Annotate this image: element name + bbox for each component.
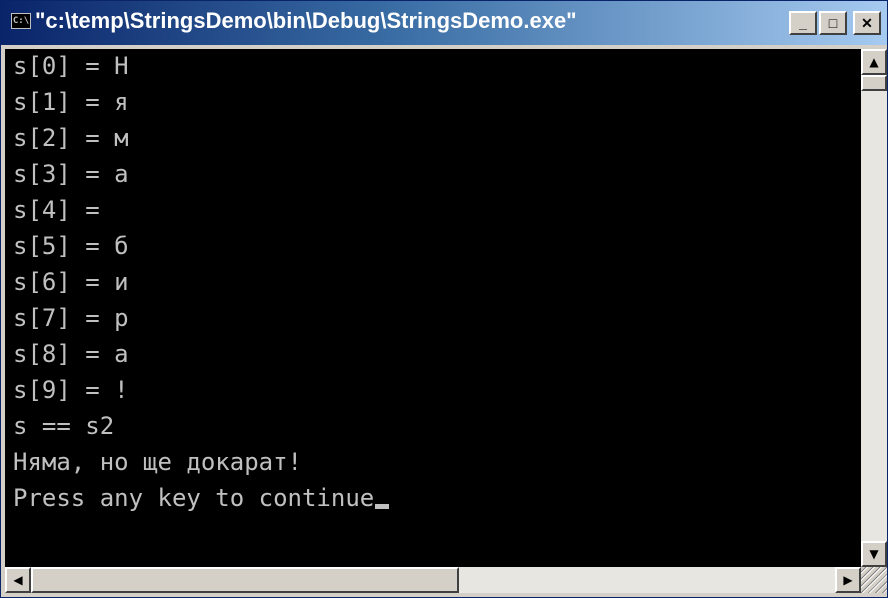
vertical-scroll-thumb[interactable]	[861, 75, 887, 91]
console-line: s[1] = я	[13, 88, 129, 116]
vertical-scrollbar-track[interactable]	[861, 49, 887, 567]
console-line: s[0] = Н	[13, 52, 129, 80]
console-output[interactable]: s[0] = Н s[1] = я s[2] = м s[3] = а s[4]…	[5, 49, 861, 567]
window-title: "c:\temp\StringsDemo\bin\Debug\StringsDe…	[35, 8, 577, 33]
close-button[interactable]: ✕	[853, 11, 881, 35]
console-line: s[7] = р	[13, 304, 129, 332]
console-line: s[6] = и	[13, 268, 129, 296]
console-window: C:\ "c:\temp\StringsDemo\bin\Debug\Strin…	[0, 0, 888, 598]
resize-grip[interactable]	[861, 567, 887, 593]
console-line: s == s2	[13, 412, 115, 440]
console-line: s[9] = !	[13, 376, 129, 404]
minimize-button[interactable]: _	[789, 11, 817, 35]
scroll-left-button[interactable]: ◀	[5, 567, 31, 593]
console-line: Press any key to continue	[13, 484, 375, 512]
console-prompt-line: Press any key to continue	[13, 483, 390, 513]
scroll-down-button[interactable]: ▼	[861, 541, 887, 567]
console-line: s[3] = а	[13, 160, 129, 188]
console-line: Няма, но ще докарат!	[13, 448, 302, 476]
title-bar[interactable]: C:\ "c:\temp\StringsDemo\bin\Debug\Strin…	[1, 1, 887, 45]
console-app-icon[interactable]: C:\	[11, 13, 31, 29]
console-line: s[4] =	[13, 196, 100, 224]
scroll-up-button[interactable]: ▲	[861, 49, 887, 75]
text-cursor	[375, 504, 390, 509]
console-line: s[2] = м	[13, 124, 129, 152]
horizontal-scroll-thumb[interactable]	[31, 567, 459, 593]
scroll-right-button[interactable]: ▶	[835, 567, 861, 593]
maximize-button[interactable]: □	[819, 11, 847, 35]
console-line: s[5] = б	[13, 232, 129, 260]
console-line: s[8] = а	[13, 340, 129, 368]
